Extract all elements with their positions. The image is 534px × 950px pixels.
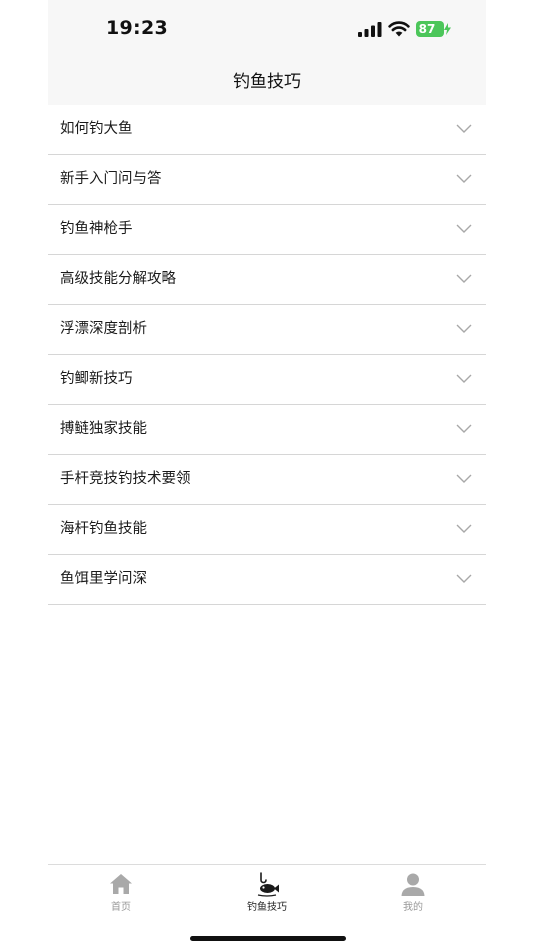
charging-bolt-icon [444, 23, 451, 35]
chevron-down-icon[interactable] [456, 474, 472, 484]
list-item-label: 钓鲫新技巧 [60, 371, 133, 387]
list-item-label: 搏鲢独家技能 [60, 421, 147, 437]
list-item-label: 高级技能分解攻略 [60, 271, 176, 287]
tab-label: 我的 [403, 902, 423, 913]
home-indicator[interactable] [190, 936, 346, 941]
tab-label: 首页 [111, 902, 131, 913]
list-item[interactable]: 钓鱼神枪手 [48, 205, 486, 255]
chevron-down-icon[interactable] [456, 224, 472, 234]
chevron-down-icon[interactable] [456, 124, 472, 134]
status-time: 19:23 [106, 17, 168, 39]
tab-mine[interactable]: 我的 [340, 871, 486, 915]
list-item-label: 手杆竞技钓技术要领 [60, 471, 191, 487]
chevron-down-icon[interactable] [456, 324, 472, 334]
chevron-down-icon[interactable] [456, 274, 472, 284]
list-item[interactable]: 高级技能分解攻略 [48, 255, 486, 305]
chevron-down-icon[interactable] [456, 574, 472, 584]
battery-level: 87 [418, 22, 436, 36]
tab-label: 钓鱼技巧 [247, 902, 287, 913]
list-item[interactable]: 浮漂深度剖析 [48, 305, 486, 355]
chevron-down-icon[interactable] [456, 174, 472, 184]
tips-list: 如何钓大鱼 新手入门问与答 钓鱼神枪手 高级技能分解攻略 浮漂深度剖析 钓鲫新技… [48, 105, 486, 605]
tab-home[interactable]: 首页 [48, 871, 194, 915]
list-item[interactable]: 鱼饵里学问深 [48, 555, 486, 605]
list-item-label: 新手入门问与答 [60, 171, 162, 187]
list-item-label: 如何钓大鱼 [60, 121, 133, 137]
chevron-down-icon[interactable] [456, 424, 472, 434]
cellular-signal-icon [358, 22, 382, 37]
user-icon [401, 873, 425, 896]
home-icon [110, 874, 132, 894]
list-item-label: 钓鱼神枪手 [60, 221, 133, 237]
page-title: 钓鱼技巧 [233, 72, 301, 92]
list-item-label: 海杆钓鱼技能 [60, 521, 147, 537]
wifi-icon [388, 21, 410, 37]
status-bar: 19:23 87 [48, 0, 486, 58]
battery-icon: 87 [416, 21, 444, 37]
list-item[interactable]: 手杆竞技钓技术要领 [48, 455, 486, 505]
list-item[interactable]: 新手入门问与答 [48, 155, 486, 205]
list-item[interactable]: 如何钓大鱼 [48, 105, 486, 155]
fish-hook-icon [257, 872, 279, 897]
chevron-down-icon[interactable] [456, 524, 472, 534]
chevron-down-icon[interactable] [456, 374, 472, 384]
page: 19:23 87 钓鱼技巧 如何钓大鱼 新手入门问与答 钓鱼神枪手 高级技能分解… [0, 0, 534, 950]
phone-screen: 19:23 87 钓鱼技巧 如何钓大鱼 新手入门问与答 钓鱼神枪手 高级技能分解… [48, 0, 486, 950]
tab-fishing-tips[interactable]: 钓鱼技巧 [194, 871, 340, 915]
navigation-bar: 钓鱼技巧 [48, 58, 486, 105]
list-item[interactable]: 钓鲫新技巧 [48, 355, 486, 405]
list-item-label: 鱼饵里学问深 [60, 571, 147, 587]
list-item-label: 浮漂深度剖析 [60, 321, 147, 337]
list-item[interactable]: 搏鲢独家技能 [48, 405, 486, 455]
list-item[interactable]: 海杆钓鱼技能 [48, 505, 486, 555]
